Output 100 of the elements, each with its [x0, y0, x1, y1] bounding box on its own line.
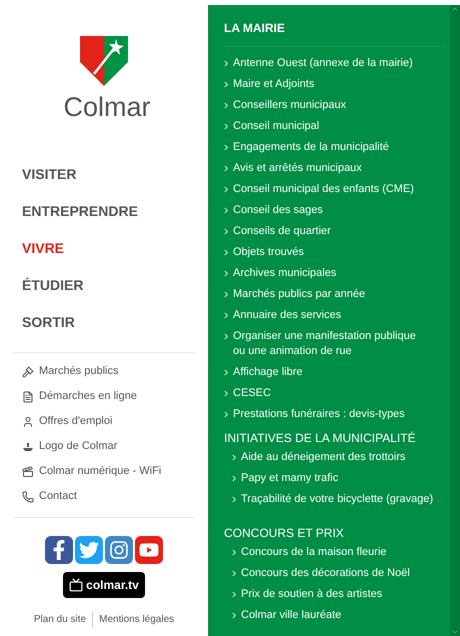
submenu-link-label: Prix de soutien à des artistes [241, 587, 382, 602]
main-nav-link[interactable]: ÉTUDIER [14, 275, 194, 296]
chevron-icon [232, 454, 237, 461]
submenu-link-label: Conseil municipal des enfants (CME) [233, 182, 414, 197]
submenu-link[interactable]: Conseil des sages [224, 200, 446, 221]
submenu-link-label: Annuaire des services [233, 308, 342, 323]
chevron-icon [224, 165, 229, 172]
person-icon [22, 416, 34, 428]
youtube-icon[interactable] [135, 536, 163, 564]
chevron-icon [224, 270, 229, 277]
submenu-link-label: Concours des décorations de Noël [241, 566, 410, 581]
submenu-link-label: Conseillers municipaux [233, 98, 346, 113]
submenu-link[interactable]: Marchés publics par année [224, 284, 446, 305]
submenu-link-label: Prestations funéraires : devis-types [233, 407, 405, 422]
quick-link[interactable]: Contact [14, 488, 194, 505]
chevron-icon [224, 102, 229, 109]
chevron-icon [224, 144, 229, 151]
section-heading: LA MAIRIE [224, 19, 446, 47]
chevron-icon [232, 475, 237, 482]
submenu-link[interactable]: Archives municipales [224, 263, 446, 284]
chevron-icon [224, 60, 229, 67]
chevron-icon [224, 390, 229, 397]
gavel-icon [22, 366, 34, 378]
submenu-link-label: Conseil municipal [233, 119, 320, 134]
quick-link[interactable]: Marchés publics [14, 363, 194, 380]
twitter-icon[interactable] [75, 536, 103, 564]
submenu-link[interactable]: Traçabilité de votre bicyclette (gravage) [232, 489, 446, 510]
tv-icon [69, 578, 84, 592]
quick-link-label: Contact [39, 489, 77, 504]
scroll-up-icon[interactable] [451, 5, 459, 13]
instagram-icon[interactable] [105, 536, 133, 564]
submenu-link[interactable]: Papy et mamy trafic [232, 468, 446, 489]
chevron-icon [232, 549, 237, 556]
main-nav-link[interactable]: SORTIR [14, 312, 194, 333]
submenu-link-label: Antenne Ouest (annexe de la mairie) [233, 56, 413, 71]
submenu-link[interactable]: Concours de la maison fleurie [232, 542, 446, 563]
submenu-link-label: Conseils de quartier [233, 224, 331, 239]
submenu-link-label: Conseil des sages [233, 203, 323, 218]
submenu-link[interactable]: Aide au déneigement des trottoirs [232, 447, 446, 468]
quick-link-label: Logo de Colmar [39, 439, 118, 454]
chevron-icon [232, 591, 237, 598]
document-icon [22, 390, 34, 402]
quick-link[interactable]: Colmar numérique - WiFi [14, 463, 194, 480]
submenu-link[interactable]: Prestations funéraires : devis-types [224, 404, 446, 425]
chevron-icon [224, 228, 229, 235]
submenu-link[interactable]: Conseil municipal [224, 116, 446, 137]
main-nav-link[interactable]: ENTREPRENDRE [14, 201, 194, 222]
submenu-link-label: Traçabilité de votre bicyclette (gravage) [241, 492, 434, 507]
shield-logo-icon [78, 34, 130, 88]
submenu-link[interactable]: Maire et Adjoints [224, 74, 446, 95]
submenu-link-label: Archives municipales [233, 266, 336, 281]
quick-link[interactable]: Logo de Colmar [14, 438, 194, 455]
submenu-link-label: Papy et mamy trafic [241, 471, 338, 486]
footer-link[interactable]: Plan du site [34, 612, 86, 627]
submenu-link[interactable]: Organiser une manifestation publique ou une animation de rue [224, 326, 446, 362]
tv-badge[interactable]: colmar.tv [63, 572, 145, 598]
submenu-link-label: CESEC [233, 386, 271, 401]
chevron-icon [232, 496, 237, 503]
submenu-link-label: Engagements de la municipalité [233, 140, 389, 155]
facebook-icon[interactable] [45, 536, 73, 564]
chevron-icon [224, 123, 229, 130]
phone-icon [22, 490, 34, 502]
submenu-link[interactable]: Objets trouvés [224, 242, 446, 263]
quick-link-label: Marchés publics [39, 364, 118, 379]
submenu-link[interactable]: Conseil municipal des enfants (CME) [224, 179, 446, 200]
chevron-icon [224, 369, 229, 376]
submenu-link[interactable]: Prix de soutien à des artistes [232, 584, 446, 605]
quick-link[interactable]: Offres d'emploi [14, 413, 194, 430]
clapperboard-icon [22, 466, 34, 478]
main-nav-link[interactable]: VISITER [14, 164, 194, 185]
submenu-link-label: Concours de la maison fleurie [241, 545, 387, 560]
chevron-icon [224, 186, 229, 193]
submenu-link[interactable]: Concours des décorations de Noël [232, 563, 446, 584]
submenu-link-label: Affichage libre [233, 365, 303, 380]
chevron-icon [224, 207, 229, 214]
quick-link[interactable]: Démarches en ligne [14, 388, 194, 405]
quick-link-label: Démarches en ligne [39, 389, 137, 404]
submenu-link-label: Organiser une manifestation publique ou une animation de rue [233, 329, 417, 359]
submenu-link[interactable]: Conseils de quartier [224, 221, 446, 242]
chevron-icon [224, 411, 229, 418]
submenu-link-label: Aide au déneigement des trottoirs [241, 450, 406, 465]
submenu-link[interactable]: Avis et arrêtés municipaux [224, 158, 446, 179]
section-heading: INITIATIVES DE LA MUNICIPALITÉ [224, 430, 417, 447]
chevron-icon [224, 312, 229, 319]
footer-link[interactable]: Mentions légales [92, 612, 174, 627]
submenu-link[interactable]: Antenne Ouest (annexe de la mairie) [224, 53, 446, 74]
submenu-link-label: Marchés publics par année [233, 287, 366, 302]
chevron-icon [224, 291, 229, 298]
submenu-link[interactable]: CESEC [224, 383, 446, 404]
submenu-link[interactable]: Engagements de la municipalité [224, 137, 446, 158]
scroll-down-icon[interactable] [451, 628, 459, 636]
submenu-link-label: Colmar ville lauréate [241, 608, 342, 623]
chevron-icon [224, 333, 229, 340]
submenu-link[interactable]: Annuaire des services [224, 305, 446, 326]
submenu-link[interactable]: Conseillers municipaux [224, 95, 446, 116]
submenu-link-label: Objets trouvés [233, 245, 304, 260]
section-heading: CONCOURS ET PRIX [224, 525, 345, 542]
submenu-link[interactable]: Affichage libre [224, 362, 446, 383]
submenu-link[interactable]: Colmar ville lauréate [232, 605, 446, 626]
main-nav-link[interactable]: VIVRE [14, 238, 194, 259]
